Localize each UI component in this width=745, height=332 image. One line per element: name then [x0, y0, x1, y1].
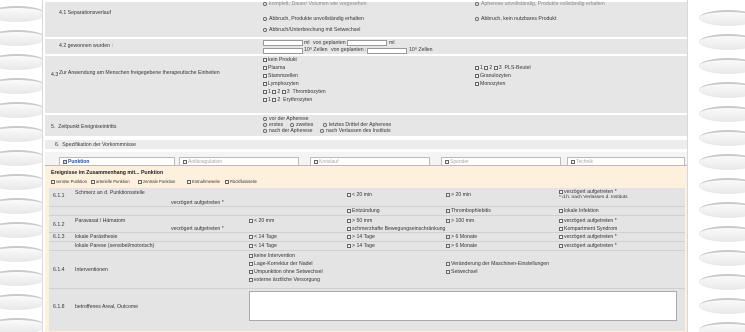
tab-spender[interactable]: Spender [441, 157, 561, 165]
table-row: 6.1.3 lokale Parästhesie < 14 Tage > 14 … [49, 233, 685, 242]
table-row: 6.1.1 Schmerz an d. Punktionsstelle verz… [49, 188, 685, 207]
checkbox-lt20mm[interactable]: < 20 mm [249, 218, 274, 224]
checkbox-verzoegert-3[interactable]: verzögert aufgetreten * [559, 234, 617, 240]
section-zeitpunkt: 5. Zeitpunkt Ereigniseintritts vor der A… [45, 115, 687, 137]
checkbox-lokale-infektion[interactable]: lokale Infektion [559, 208, 599, 214]
option-komplett[interactable]: komplett, Dauer/ Volumen wie vorgesehen [263, 1, 366, 7]
checkbox-gt100mm[interactable]: > 100 mm [446, 218, 474, 224]
table-row: Entzündung Thrombophlebitis lokale Infek… [49, 207, 685, 216]
tab-technik[interactable]: Technik [567, 157, 685, 165]
table-row: lokale Parese (sensibel/motorisch) < 14 … [49, 242, 685, 251]
checkbox-lt14-a[interactable]: < 14 Tage [249, 234, 277, 240]
table-row: 6.1.2 Paravasat / Hämatom verzögert aufg… [49, 216, 685, 233]
checkbox-gt6m-b[interactable]: > 6 Monate [446, 243, 477, 249]
checkbox-kein-produkt[interactable]: kein Produkt [263, 57, 297, 63]
option-setwechsel[interactable]: Abbruch/Unterbrechung mit Setwechsel [263, 27, 360, 33]
checkbox-gt6m-a[interactable]: > 6 Monate [446, 234, 477, 240]
ml-planned-input[interactable] [347, 40, 387, 46]
zellen-planned-input[interactable] [367, 48, 407, 54]
checkbox-setwechsel[interactable]: Setwechsel [446, 269, 478, 275]
checkbox-maschinen-einstellung[interactable]: Veränderung der Maschinen-Einstellungen [446, 261, 549, 267]
tab-antikoagulation[interactable]: Antikoagulation [179, 157, 299, 165]
filter-zentrale[interactable]: zentrale Punktion [138, 179, 175, 184]
punktion-panel: Ereignisse im Zusammenhang mit... Punkti… [45, 165, 687, 332]
checkbox-verzoegert-4[interactable]: verzögert aufgetreten * [559, 243, 617, 249]
notebook-ring-binding-right [690, 0, 745, 332]
tab-kreislauf[interactable]: Kreislauf [310, 157, 430, 165]
filter-arterielle[interactable]: arterielle Punktion [91, 179, 130, 184]
apherese-form: 4.1 Separationsverlauf komplett, Dauer/ … [42, 0, 688, 332]
ml-input[interactable] [263, 40, 303, 46]
table-row: 6.1.4 Interventionen keine Intervention … [49, 251, 685, 289]
filter-venoese[interactable]: venöse Punktion [51, 179, 87, 184]
radio-nach-verlassen[interactable]: nach Verlassen des Instituts [320, 128, 391, 134]
checkbox-gt14-a[interactable]: > 14 Tage [347, 234, 375, 240]
checkbox-schmerzhaft[interactable]: schmerzhafte Bewegungseinschränkung [347, 226, 445, 232]
section-therapeutische-einheiten: 4.3 Zur Anwendung am Menschen freigegebe… [45, 56, 687, 114]
section-label: gewonnen wurden : [67, 43, 113, 49]
filter-rueckflussseite[interactable]: Rückflussseite [225, 179, 257, 184]
checkbox-lt20min[interactable]: < 20 min [347, 192, 372, 198]
checkbox-granulozyten[interactable]: Granulozyten [475, 73, 511, 79]
table-row: 6.1.8 betroffenes Areal, Outcome [49, 289, 685, 325]
checkbox-lymphozyten[interactable]: Lymphozyten [263, 81, 299, 87]
checkbox-gt50mm[interactable]: > 50 mm [347, 218, 372, 224]
checkbox-lage-korrektur[interactable]: Lage-Korrektur der Nadel [249, 261, 313, 267]
zellen-input[interactable] [263, 48, 303, 54]
section-separationsverlauf: 4.1 Separationsverlauf komplett, Dauer/ … [45, 1, 687, 38]
checkbox-plasma[interactable]: Plasma [263, 65, 285, 71]
checkbox-gt20min[interactable]: > 20 min [446, 192, 471, 198]
checkbox-lt14-b[interactable]: < 14 Tage [249, 243, 277, 249]
section-label: Separationsverlauf [67, 10, 111, 16]
option-unvollstaendig[interactable]: Apherese unvollständig, Produkte vollstä… [475, 1, 605, 7]
section-spezifikation: 6. Spezifikation der Vorkommnisse [45, 140, 687, 150]
checkbox-externe-versorgung[interactable]: externe ärztliche Versorgung [249, 277, 320, 283]
option-abbruch-unvollstaendig[interactable]: Abbruch, Produkte unvollständig erhalten [263, 16, 364, 22]
checkbox-stammzellen[interactable]: Stammzellen [263, 73, 298, 79]
section-number: 4.1 [59, 10, 67, 16]
checkbox-verzoegert-2[interactable]: verzögert aufgetreten * [559, 218, 617, 224]
checkbox-thrombophlebitis[interactable]: Thrombophlebitis [446, 208, 491, 214]
checkbox-entzuendung[interactable]: Entzündung [347, 208, 380, 214]
checkbox-monozyten[interactable]: Monozyten [475, 81, 505, 87]
filter-entnahmeseite[interactable]: Entnahmeseite [187, 179, 220, 184]
symptom-table: 6.1.1 Schmerz an d. Punktionsstelle verz… [49, 188, 685, 331]
checkbox-kompartment[interactable]: Kompartment Syndrom [559, 226, 617, 232]
checkbox-keine-intervention[interactable]: keine Intervention [249, 253, 295, 259]
checkbox-thrombozyten[interactable]: 1 2 3 Thrombozyten [263, 89, 326, 95]
section-label: Zeitpunkt Ereigniseintritts [58, 124, 117, 130]
panel-title: Ereignisse im Zusammenhang mit... Punkti… [51, 170, 164, 176]
radio-nach-apherese[interactable]: nach der Apherese [263, 128, 313, 134]
checkbox-umpunktion[interactable]: Umpunktion ohne Setwechsel [249, 269, 323, 275]
section-label: Spezifikation der Vorkommnisse [62, 142, 137, 148]
checkbox-erythrozyten[interactable]: 1 2 Erythrozyten [263, 97, 312, 103]
section-gewonnen: 4.2 gewonnen wurden : ml von geplanten :… [45, 39, 687, 55]
section-label: Zur Anwendung am Menschen freigegebene t… [59, 70, 220, 76]
checkbox-pls-beutel[interactable]: 1 2 3 PLS-Beutel [475, 65, 531, 71]
outcome-textarea[interactable] [249, 291, 677, 321]
tab-punktion[interactable]: Punktion [59, 157, 175, 165]
checkbox-gt14-b[interactable]: > 14 Tage [347, 243, 375, 249]
option-abbruch-kein-produkt[interactable]: Abbruch, kein nutzbares Produkt [475, 16, 556, 22]
